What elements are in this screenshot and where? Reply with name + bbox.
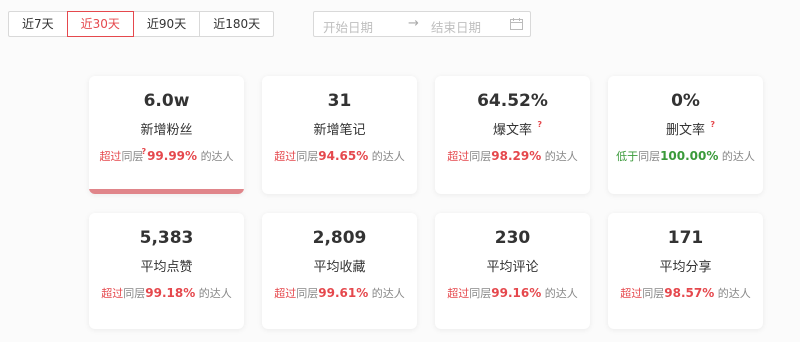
metric-label: 新增笔记	[313, 122, 365, 140]
metric-label-text: 平均点赞	[140, 260, 193, 275]
comparison-suffix: 的达人	[371, 150, 405, 163]
percentile-value: 98.57%	[664, 286, 715, 300]
avg-shares-card[interactable]: 171 平均分享超过同层98.57% 的达人	[608, 213, 763, 329]
peer-comparison: 超过同层99.61% 的达人	[262, 286, 417, 301]
comparison-suffix: 的达人	[544, 287, 578, 300]
peer-comparison: 超过同层98.57% 的达人	[608, 286, 763, 301]
selected-indicator	[89, 189, 244, 194]
metric-label: 平均评论	[486, 259, 538, 277]
comparison-direction: 超过	[274, 287, 297, 300]
range-7-days-button[interactable]: 近7天	[8, 11, 68, 37]
range-180-days-button[interactable]: 近180天	[199, 11, 275, 37]
comparison-direction: 超过	[101, 287, 124, 300]
viral-rate-card[interactable]: 64.52% 爆文率? 超过同层98.29% 的达人	[435, 76, 590, 194]
metric-label-text: 平均评论	[486, 260, 539, 275]
comparison-tier: 同层	[642, 287, 665, 300]
avg-collections-card[interactable]: 2,809 平均收藏超过同层99.61% 的达人	[262, 213, 417, 329]
peer-comparison: 超过同层?99.99% 的达人	[89, 147, 244, 165]
peer-comparison: 超过同层99.16% 的达人	[435, 286, 590, 301]
comparison-suffix: 的达人	[544, 150, 578, 163]
comparison-suffix: 的达人	[717, 287, 751, 300]
metric-label-text: 平均分享	[659, 260, 712, 275]
new-notes-card[interactable]: 31 新增笔记超过同层94.65% 的达人	[262, 76, 417, 194]
metric-value: 2,809	[312, 228, 367, 248]
metric-value: 5,383	[139, 228, 194, 248]
metric-value: 31	[327, 91, 352, 111]
avg-likes-card[interactable]: 5,383 平均点赞超过同层99.18% 的达人	[89, 213, 244, 329]
metric-label: 新增粉丝	[140, 122, 192, 140]
range-button-group: 近7天 近30天 近90天 近180天	[8, 11, 275, 37]
metric-label: 平均点赞	[140, 259, 192, 277]
comparison-tier: 同层	[123, 287, 146, 300]
percentile-value: 98.29%	[491, 149, 542, 163]
comparison-tier: 同层	[469, 150, 492, 163]
range-30-days-button[interactable]: 近30天	[66, 11, 134, 37]
peer-comparison: 低于同层100.00% 的达人	[608, 149, 763, 164]
peer-comparison: 超过同层94.65% 的达人	[262, 149, 417, 164]
percentile-value: 99.61%	[318, 286, 369, 300]
metric-value: 6.0w	[143, 91, 190, 111]
comparison-direction: 超过	[99, 150, 122, 163]
calendar-icon[interactable]	[510, 18, 523, 30]
metric-label: 爆文率?	[492, 120, 542, 140]
metric-value: 0%	[671, 91, 700, 111]
percentile-value: 99.16%	[491, 286, 542, 300]
date-range-picker[interactable]: 开始日期 → 结束日期	[313, 11, 531, 37]
comparison-direction: 低于	[616, 150, 639, 163]
comparison-suffix: 的达人	[721, 150, 755, 163]
metric-label: 平均收藏	[313, 259, 365, 277]
new-followers-card[interactable]: 6.0w 新增粉丝超过同层?99.99% 的达人	[89, 76, 244, 194]
comparison-tier: 同层	[638, 150, 661, 163]
percentile-value: 99.18%	[145, 286, 196, 300]
arrow-right-icon: →	[408, 16, 419, 31]
avg-comments-card[interactable]: 230 平均评论超过同层99.16% 的达人	[435, 213, 590, 329]
metric-value: 64.52%	[477, 91, 548, 111]
comparison-suffix: 的达人	[198, 287, 232, 300]
end-date-input[interactable]: 结束日期	[431, 17, 481, 36]
help-icon[interactable]: ?	[710, 116, 715, 134]
percentile-value: 94.65%	[318, 149, 369, 163]
comparison-suffix: 的达人	[200, 150, 234, 163]
help-icon[interactable]: ?	[141, 147, 146, 156]
comparison-suffix: 的达人	[371, 287, 405, 300]
comparison-direction: 超过	[447, 150, 470, 163]
metric-label-text: 新增笔记	[313, 123, 366, 138]
comparison-direction: 超过	[274, 150, 297, 163]
peer-comparison: 超过同层99.18% 的达人	[89, 286, 244, 301]
metric-label-text: 爆文率	[492, 123, 532, 138]
metric-label-text: 新增粉丝	[140, 123, 193, 138]
comparison-direction: 超过	[620, 287, 643, 300]
start-date-input[interactable]: 开始日期	[323, 17, 373, 36]
deletion-rate-card[interactable]: 0% 删文率? 低于同层100.00% 的达人	[608, 76, 763, 194]
comparison-direction: 超过	[447, 287, 470, 300]
time-range-toolbar: 近7天 近30天 近90天 近180天	[8, 11, 275, 37]
range-90-days-button[interactable]: 近90天	[132, 11, 201, 37]
metric-label: 平均分享	[659, 259, 711, 277]
peer-comparison: 超过同层98.29% 的达人	[435, 149, 590, 164]
help-icon[interactable]: ?	[537, 116, 542, 134]
percentile-value: 100.00%	[660, 149, 719, 163]
percentile-value: 99.99%	[147, 149, 198, 163]
metric-label-text: 平均收藏	[313, 260, 366, 275]
comparison-tier: 同层	[469, 287, 492, 300]
metric-label-text: 删文率	[665, 123, 705, 138]
metric-value: 171	[667, 228, 704, 248]
metric-label: 删文率?	[665, 120, 715, 140]
metric-value: 230	[494, 228, 531, 248]
comparison-tier: 同层	[296, 150, 319, 163]
comparison-tier: 同层	[296, 287, 319, 300]
